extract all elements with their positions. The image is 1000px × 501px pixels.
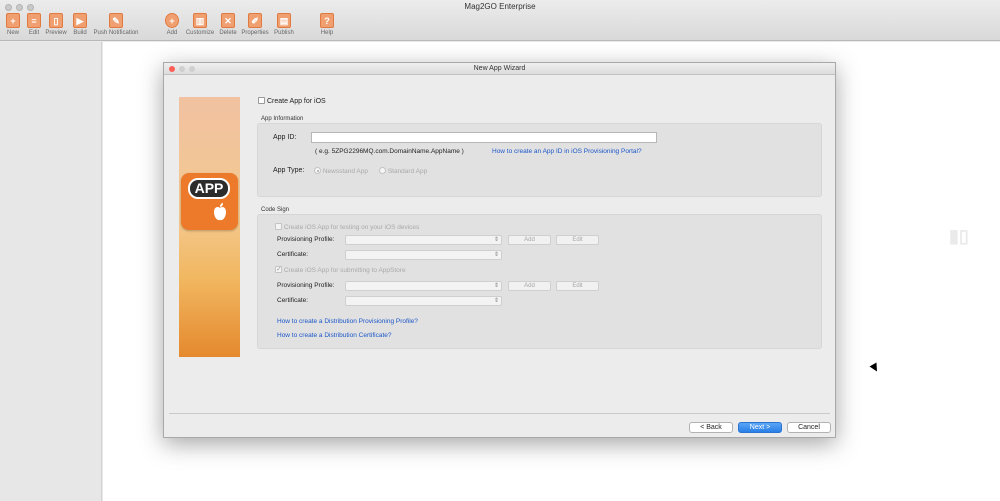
build-play-icon: ▶ — [73, 13, 87, 28]
toolbar-new-button[interactable]: + New — [5, 13, 21, 36]
newsstand-label: Newsstand App — [322, 168, 368, 175]
app-id-input[interactable] — [311, 132, 657, 143]
help-icon: ? — [320, 13, 334, 28]
provisioning-select-2[interactable]: ⇕ — [345, 281, 502, 291]
testing-row[interactable]: Create iOS App for testing on your iOS d… — [275, 223, 419, 231]
publish-icon: ▤ — [277, 13, 291, 28]
customize-book-icon: ▥ — [193, 13, 207, 28]
submit-checkbox[interactable]: ✓ — [275, 266, 282, 273]
add-icon: + — [165, 13, 179, 28]
next-button[interactable]: Next > — [738, 422, 782, 433]
add-button-2[interactable]: Add — [508, 281, 551, 291]
certificate-label-2: Certificate: — [277, 297, 309, 304]
new-document-icon: + — [6, 13, 20, 28]
provisioning-label-2: Provisioning Profile: — [277, 282, 335, 289]
toolbar-delete-button[interactable]: ✕ Delete — [218, 13, 238, 36]
toolbar-preview-button[interactable]: ▯ Preview — [45, 13, 67, 36]
toolbar-edit-button[interactable]: ≡ Edit — [26, 13, 42, 36]
back-button[interactable]: < Back — [689, 422, 733, 433]
code-sign-group: Create iOS App for testing on your iOS d… — [257, 214, 822, 349]
app-logo-text: APP — [188, 178, 230, 199]
app-type-label: App Type: — [273, 167, 305, 174]
testing-checkbox[interactable] — [275, 223, 282, 230]
code-sign-label: Code Sign — [261, 207, 290, 213]
dialog-title: New App Wizard — [473, 65, 526, 72]
provisioning-select-1[interactable]: ⇕ — [345, 235, 502, 245]
app-information-label: App Information — [261, 116, 304, 122]
background-watermark-graphic: ▮▯ — [949, 226, 969, 246]
app-id-howto-link[interactable]: How to create an App ID in iOS Provision… — [492, 148, 642, 155]
toolbar-push-label: Push Notification — [93, 30, 139, 36]
main-titlebar: Mag2GO Enterprise + New ≡ Edit ▯ Preview… — [0, 0, 1000, 41]
apple-icon — [214, 203, 226, 221]
toolbar-new-label: New — [6, 30, 19, 36]
toolbar-build-button[interactable]: ▶ Build — [71, 13, 89, 36]
app-information-group: App ID: ( e.g. 5ZPG2296MQ.com.DomainName… — [257, 123, 822, 197]
app-type-standard-option[interactable]: Standard App — [379, 167, 427, 175]
toolbar-edit-label: Edit — [28, 30, 40, 36]
toolbar-customize-label: Customize — [185, 30, 215, 36]
provisioning-label-1: Provisioning Profile: — [277, 236, 335, 243]
create-ios-label: Create App for iOS — [266, 98, 326, 105]
chevron-updown-icon: ⇕ — [493, 252, 499, 258]
delete-x-icon: ✕ — [221, 13, 235, 28]
toolbar-publish-label: Publish — [274, 30, 294, 36]
cancel-button[interactable]: Cancel — [787, 422, 831, 433]
chevron-updown-icon: ⇕ — [493, 237, 499, 243]
window-title: Mag2GO Enterprise — [464, 2, 536, 11]
wizard-banner: APP — [179, 97, 240, 357]
left-sidebar — [0, 42, 102, 501]
toolbar-add-label: Add — [166, 30, 178, 36]
distribution-certificate-link[interactable]: How to create a Distribution Certificate… — [277, 332, 392, 339]
toolbar-delete-label: Delete — [219, 30, 237, 36]
standard-radio[interactable] — [379, 167, 386, 174]
chevron-updown-icon: ⇕ — [493, 283, 499, 289]
toolbar-help-button[interactable]: ? Help — [318, 13, 336, 36]
dialog-titlebar: New App Wizard — [164, 63, 835, 75]
submit-label: Create iOS App for submitting to AppStor… — [283, 267, 406, 274]
checkmark-icon: ✓ — [276, 266, 282, 273]
testing-label: Create iOS App for testing on your iOS d… — [283, 224, 420, 231]
chevron-updown-icon: ⇕ — [493, 298, 499, 304]
toolbar-publish-button[interactable]: ▤ Publish — [272, 13, 296, 36]
certificate-select-1[interactable]: ⇕ — [345, 250, 502, 260]
edit-list-icon: ≡ — [27, 13, 41, 28]
preview-icon: ▯ — [49, 13, 63, 28]
toolbar-help-label: Help — [320, 30, 334, 36]
standard-label: Standard App — [387, 168, 428, 175]
toolbar-preview-label: Preview — [45, 30, 67, 36]
distribution-profile-link[interactable]: How to create a Distribution Provisionin… — [277, 318, 418, 325]
toolbar-add-button[interactable]: + Add — [164, 13, 180, 36]
add-button-1[interactable]: Add — [508, 235, 551, 245]
app-id-label: App ID: — [273, 134, 297, 141]
new-app-wizard-dialog: New App Wizard APP Create App for iOS Ap… — [163, 62, 836, 438]
app-logo: APP — [181, 173, 238, 230]
certificate-select-2[interactable]: ⇕ — [345, 296, 502, 306]
properties-pencil-icon: ✐ — [248, 13, 262, 28]
toolbar-customize-button[interactable]: ▥ Customize — [184, 13, 216, 36]
newsstand-radio[interactable] — [314, 167, 321, 174]
dialog-separator — [169, 413, 830, 414]
toolbar-build-label: Build — [73, 30, 87, 36]
create-ios-row[interactable]: Create App for iOS — [258, 97, 326, 105]
app-type-newsstand-option[interactable]: Newsstand App — [314, 167, 368, 175]
app-id-example: ( e.g. 5ZPG2296MQ.com.DomainName.AppName… — [315, 148, 464, 155]
submit-row[interactable]: ✓ Create iOS App for submitting to AppSt… — [275, 266, 406, 274]
create-ios-checkbox[interactable] — [258, 97, 265, 104]
edit-button-1[interactable]: Edit — [556, 235, 599, 245]
toolbar-push-notification-button[interactable]: ✎ Push Notification — [91, 13, 141, 36]
certificate-label-1: Certificate: — [277, 251, 309, 258]
edit-button-2[interactable]: Edit — [556, 281, 599, 291]
toolbar-properties-button[interactable]: ✐ Properties — [240, 13, 270, 36]
toolbar-properties-label: Properties — [241, 30, 269, 36]
push-notification-icon: ✎ — [109, 13, 123, 28]
